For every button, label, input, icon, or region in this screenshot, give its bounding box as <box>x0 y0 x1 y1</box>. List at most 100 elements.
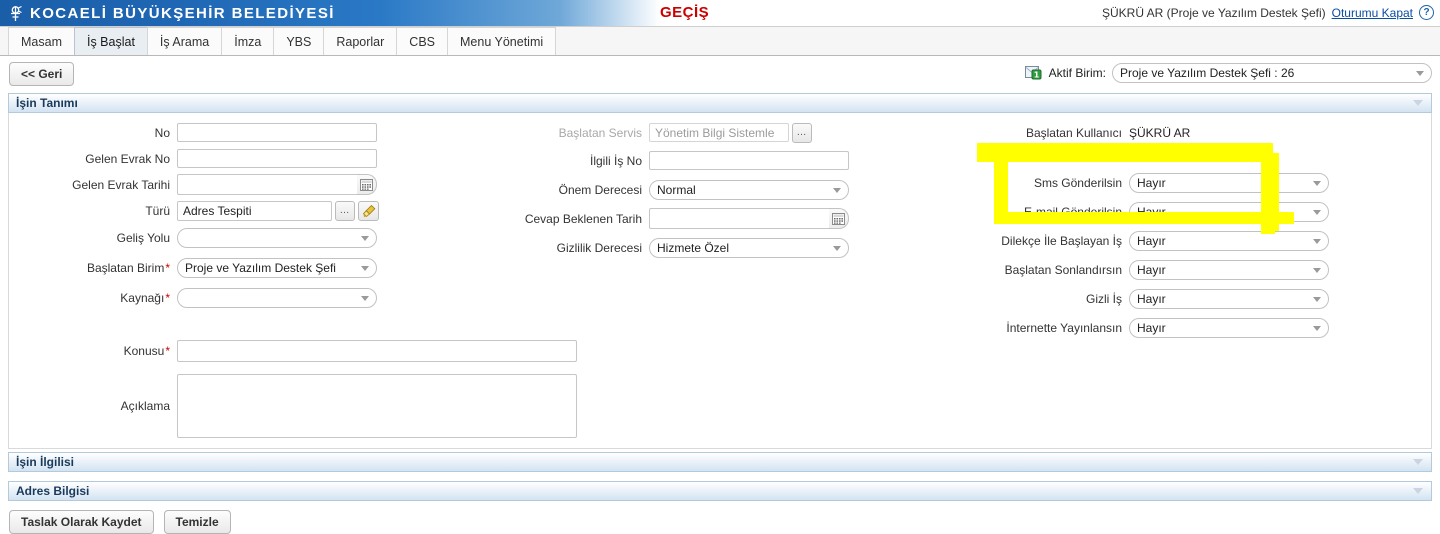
brand-block: KOCAELİ BÜYÜKŞEHİR BELEDİYESİ <box>0 5 335 22</box>
label-kaynagi: Kaynağı <box>120 290 165 305</box>
gizlilik-derecesi-select[interactable]: Hizmete Özel <box>649 237 849 258</box>
label-konusu: Konusu <box>123 343 165 358</box>
form-column-long: Konusu* Açıklama <box>9 338 609 446</box>
dilekce-ile-baslayan-is-select[interactable]: Hayır <box>1129 230 1329 251</box>
unit-badge-icon: 1 <box>1024 66 1043 80</box>
chevron-down-icon[interactable] <box>1413 459 1423 465</box>
field-row-gelen-evrak-tarihi: Gelen Evrak Tarihi <box>9 172 389 197</box>
user-area: ŞÜKRÜ AR (Proje ve Yazılım Destek Şefi) … <box>1102 5 1434 20</box>
field-row-gelen-evrak-no: Gelen Evrak No <box>9 146 389 171</box>
active-unit-group: 1 Aktif Birim: Proje ve Yazılım Destek Ş… <box>1024 63 1432 83</box>
panel-title-isin-tanimi: İşin Tanımı <box>16 96 78 110</box>
baslatan-birim-select[interactable]: Proje ve Yazılım Destek Şefi <box>177 257 377 278</box>
field-row-baslatan-sonlandirsin: Başlatan Sonlandırsın Hayır <box>929 257 1429 282</box>
tab-raporlar[interactable]: Raporlar <box>323 27 398 55</box>
field-row-turu: Türü Adres Tespiti … <box>9 198 389 223</box>
gizlilik-derecesi-value: Hizmete Özel <box>657 240 730 255</box>
tab-is-baslat[interactable]: İş Başlat <box>73 27 148 55</box>
panel-header-adres-bilgisi[interactable]: Adres Bilgisi <box>8 481 1432 501</box>
chevron-down-icon[interactable] <box>1413 488 1423 494</box>
internette-yayinlansin-select[interactable]: Hayır <box>1129 317 1329 338</box>
onem-derecesi-select[interactable]: Normal <box>649 179 849 200</box>
form-column-left: No Gelen Evrak No Gelen Evrak Tarihi Tür… <box>9 120 389 311</box>
chevron-down-icon[interactable] <box>1413 100 1423 106</box>
no-input[interactable] <box>177 123 377 142</box>
field-row-baslatan-servis: Başlatan Servis Yönetim Bilgi Sistemle … <box>469 120 889 145</box>
label-gelis-yolu: Geliş Yolu <box>116 230 170 245</box>
brand-header: KOCAELİ BÜYÜKŞEHİR BELEDİYESİ GEÇİŞ ŞÜKR… <box>0 0 1440 27</box>
panel-header-isin-ilgilisi[interactable]: İşin İlgilisi <box>8 452 1432 472</box>
chevron-down-icon <box>833 187 841 193</box>
calendar-icon[interactable] <box>357 174 377 195</box>
tab-is-arama[interactable]: İş Arama <box>146 27 223 55</box>
highlight-stroke-bottom <box>994 212 1294 224</box>
active-unit-value: Proje ve Yazılım Destek Şefi : 26 <box>1120 66 1295 80</box>
label-dilekce-ile-baslayan-is: Dilekçe İle Başlayan İş <box>1001 233 1122 248</box>
current-user-label: ŞÜKRÜ AR (Proje ve Yazılım Destek Şefi) <box>1102 5 1326 20</box>
calendar-icon[interactable] <box>829 208 849 229</box>
chevron-down-icon <box>1313 180 1321 186</box>
gelis-yolu-select[interactable] <box>177 227 377 248</box>
chevron-down-icon <box>1313 238 1321 244</box>
label-ilgili-is-no: İlgili İş No <box>589 153 642 168</box>
field-row-baslatan-kullanici: Başlatan Kullanıcı ŞÜKRÜ AR <box>929 120 1429 145</box>
panel-title-adres-bilgisi: Adres Bilgisi <box>16 484 90 498</box>
app-title: GEÇİŞ <box>660 4 710 21</box>
back-button[interactable]: << Geri <box>9 62 75 86</box>
label-gizli-is: Gizli İş <box>1086 291 1122 306</box>
aciklama-textarea[interactable] <box>177 374 577 438</box>
chevron-down-icon <box>833 245 841 251</box>
tab-menu-yonetimi[interactable]: Menu Yönetimi <box>447 27 557 55</box>
gizli-is-value: Hayır <box>1137 291 1166 306</box>
baslatan-servis-value: Yönetim Bilgi Sistemle <box>655 125 775 140</box>
turu-lookup-button[interactable]: … <box>335 200 355 221</box>
baslatan-sonlandirsin-select[interactable]: Hayır <box>1129 259 1329 280</box>
toolbar: << Geri 1 Aktif Birim: Proje ve Yazılım … <box>0 62 1440 90</box>
kaynagi-select[interactable] <box>177 287 377 308</box>
onem-derecesi-value: Normal <box>657 182 696 197</box>
clear-brush-icon[interactable] <box>358 200 379 221</box>
label-onem-derecesi: Önem Derecesi <box>558 182 642 197</box>
required-marker: * <box>165 343 170 358</box>
chevron-down-icon <box>1313 325 1321 331</box>
label-gelen-evrak-tarihi: Gelen Evrak Tarihi <box>72 177 170 192</box>
tab-ybs[interactable]: YBS <box>273 27 325 55</box>
clear-button[interactable]: Temizle <box>163 510 231 534</box>
turu-input[interactable]: Adres Tespiti <box>177 200 332 221</box>
baslatan-servis-input: Yönetim Bilgi Sistemle <box>649 123 789 142</box>
save-draft-button[interactable]: Taslak Olarak Kaydet <box>9 510 154 534</box>
chevron-down-icon <box>361 295 369 301</box>
field-row-gelis-yolu: Geliş Yolu <box>9 225 389 250</box>
label-baslatan-sonlandirsin: Başlatan Sonlandırsın <box>1004 262 1122 277</box>
gelen-evrak-tarihi-input[interactable] <box>177 174 357 195</box>
required-marker: * <box>165 260 170 275</box>
label-baslatan-birim: Başlatan Birim <box>86 260 165 275</box>
footer-actions: Taslak Olarak Kaydet Temizle <box>9 510 1440 534</box>
konusu-input[interactable] <box>177 339 577 362</box>
label-gizlilik-derecesi: Gizlilik Derecesi <box>556 240 642 255</box>
ilgili-is-no-input[interactable] <box>649 151 849 170</box>
label-turu: Türü <box>145 203 170 218</box>
gizli-is-select[interactable]: Hayır <box>1129 288 1329 309</box>
chevron-down-icon <box>361 235 369 241</box>
label-baslatan-kullanici: Başlatan Kullanıcı <box>1025 125 1122 140</box>
panel-header-isin-tanimi[interactable]: İşin Tanımı <box>8 93 1432 113</box>
sms-gonderilsin-select[interactable]: Hayır <box>1129 172 1329 193</box>
municipality-logo-icon <box>8 5 23 22</box>
label-no: No <box>154 125 170 140</box>
tab-masam[interactable]: Masam <box>8 27 75 55</box>
logout-link[interactable]: Oturumu Kapat <box>1332 6 1413 20</box>
tab-imza[interactable]: İmza <box>221 27 275 55</box>
active-unit-select[interactable]: Proje ve Yazılım Destek Şefi : 26 <box>1112 63 1432 83</box>
tab-cbs[interactable]: CBS <box>396 27 448 55</box>
cevap-beklenen-tarih-input[interactable] <box>649 208 829 229</box>
gelen-evrak-no-input[interactable] <box>177 149 377 168</box>
main-nav-tabs: Masam İş Başlat İş Arama İmza YBS Raporl… <box>0 27 1440 56</box>
help-icon[interactable]: ? <box>1419 5 1434 20</box>
field-row-dilekce-ile-baslayan-is: Dilekçe İle Başlayan İş Hayır <box>929 228 1429 253</box>
label-sms-gonderilsin: Sms Gönderilsin <box>1033 175 1122 190</box>
label-aciklama: Açıklama <box>120 399 170 413</box>
label-baslatan-servis: Başlatan Servis <box>558 125 642 140</box>
dilekce-ile-baslayan-is-value: Hayır <box>1137 233 1166 248</box>
baslatan-servis-lookup-button[interactable]: … <box>792 122 812 143</box>
